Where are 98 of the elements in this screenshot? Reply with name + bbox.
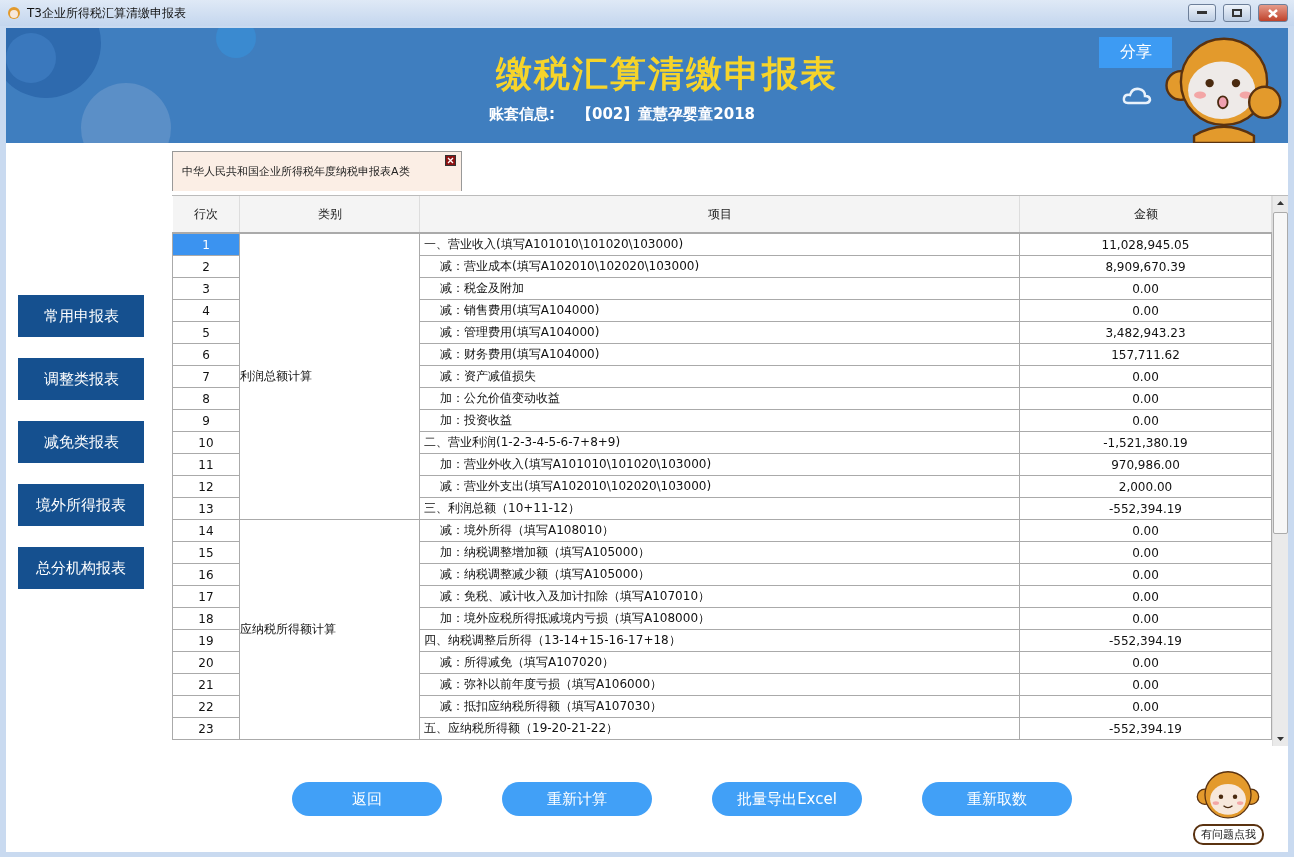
amount-cell: 0.00 [1019,387,1272,410]
amount-cell: 157,711.62 [1019,343,1272,366]
amount-cell: 0.00 [1019,365,1272,388]
item-cell: 加：投资收益 [419,409,1020,432]
item-cell: 加：纳税调整增加额（填写A105000） [419,541,1020,564]
amount-cell: 0.00 [1019,541,1272,564]
category-cell: 利润总额计算 [239,233,420,520]
amount-cell: 11,028,945.05 [1019,233,1272,256]
amount-cell: 0.00 [1019,519,1272,542]
amount-cell: -552,394.19 [1019,717,1272,740]
item-cell: 二、营业利润(1-2-3-4-5-6-7+8+9) [419,431,1020,454]
amount-cell: 3,482,943.23 [1019,321,1272,344]
row-number-cell[interactable]: 15 [172,541,240,564]
row-number-cell[interactable]: 12 [172,475,240,498]
sidebar-button[interactable]: 常用申报表 [18,295,144,337]
item-cell: 四、纳税调整后所得（13-14+15-16-17+18） [419,629,1020,652]
amount-cell: 0.00 [1019,585,1272,608]
row-number-cell[interactable]: 14 [172,519,240,542]
item-cell: 减：境外所得（填写A108010） [419,519,1020,542]
row-number-cell[interactable]: 18 [172,607,240,630]
sidebar-button[interactable]: 减免类报表 [18,421,144,463]
item-cell: 减：弥补以前年度亏损（填写A106000） [419,673,1020,696]
row-number-cell[interactable]: 11 [172,453,240,476]
help-button[interactable]: 有问题点我 [1186,766,1270,846]
sidebar-button[interactable]: 调整类报表 [18,358,144,400]
category-cell: 应纳税所得额计算 [239,519,420,740]
help-label: 有问题点我 [1192,824,1264,845]
row-number-cell[interactable]: 16 [172,563,240,586]
close-button[interactable] [1258,4,1288,22]
report-tab[interactable]: 中华人民共和国企业所得税年度纳税申报表A类 [172,151,462,191]
row-number-cell[interactable]: 10 [172,431,240,454]
row-number-cell[interactable]: 17 [172,585,240,608]
row-number-cell[interactable]: 22 [172,695,240,718]
amount-cell: 0.00 [1019,695,1272,718]
item-cell: 三、利润总额（10+11-12） [419,497,1020,520]
minimize-button[interactable] [1188,4,1216,22]
minimize-icon [1197,11,1207,15]
row-number-cell[interactable]: 21 [172,673,240,696]
account-value: 【002】童慧孕婴童2018 [576,105,756,124]
row-number-cell[interactable]: 4 [172,299,240,322]
amount-cell: 970,986.00 [1019,453,1272,476]
column-header: 类别 [239,196,420,233]
row-number-cell[interactable]: 9 [172,409,240,432]
item-cell: 减：资产减值损失 [419,365,1020,388]
banner-title: 缴税汇算清缴申报表 [496,52,838,96]
sidebar-button[interactable]: 境外所得报表 [18,484,144,526]
row-number-cell[interactable]: 6 [172,343,240,366]
item-cell: 减：纳税调整减少额（填写A105000） [419,563,1020,586]
item-cell: 减：抵扣应纳税所得额（填写A107030） [419,695,1020,718]
amount-cell: 0.00 [1019,299,1272,322]
amount-cell: -552,394.19 [1019,629,1272,652]
amount-cell: 0.00 [1019,409,1272,432]
item-cell: 减：营业外支出(填写A102010\102020\103000) [419,475,1020,498]
item-cell: 加：境外应税所得抵减境内亏损（填写A108000） [419,607,1020,630]
amount-cell: 8,909,670.39 [1019,255,1272,278]
amount-cell: 0.00 [1019,673,1272,696]
row-number-cell[interactable]: 19 [172,629,240,652]
account-label: 账套信息: [488,105,555,124]
scrollbar[interactable] [1272,196,1288,746]
amount-cell: 0.00 [1019,563,1272,586]
amount-cell: -552,394.19 [1019,497,1272,520]
item-cell: 加：营业外收入(填写A101010\101020\103000) [419,453,1020,476]
maximize-button[interactable] [1223,4,1251,22]
row-number-cell[interactable]: 2 [172,255,240,278]
maximize-icon [1232,9,1242,17]
amount-cell: 0.00 [1019,651,1272,674]
window-title: T3企业所得税汇算清缴申报表 [27,4,187,22]
row-number-cell[interactable]: 8 [172,387,240,410]
item-cell: 一、营业收入(填写A101010\101020\103000) [419,233,1020,256]
scrollbar-thumb[interactable] [1273,212,1288,534]
item-cell: 减：财务费用(填写A104000) [419,343,1020,366]
row-number-cell[interactable]: 13 [172,497,240,520]
row-number-cell[interactable]: 7 [172,365,240,388]
close-icon[interactable] [445,155,456,166]
item-cell: 加：公允价值变动收益 [419,387,1020,410]
item-cell: 减：销售费用(填写A104000) [419,299,1020,322]
monkey-icon [6,5,22,21]
column-header: 金额 [1019,196,1272,233]
column-header: 项目 [419,196,1020,233]
row-number-cell[interactable]: 5 [172,321,240,344]
item-cell: 减：营业成本(填写A102010\102020\103000) [419,255,1020,278]
row-number-cell[interactable]: 20 [172,651,240,674]
tab-label: 中华人民共和国企业所得税年度纳税申报表A类 [182,164,410,179]
amount-cell: 0.00 [1019,277,1272,300]
item-cell: 减：免税、减计收入及加计扣除（填写A107010） [419,585,1020,608]
cloud-icon [1122,86,1152,106]
item-cell: 五、应纳税所得额（19-20-21-22） [419,717,1020,740]
row-number-cell[interactable]: 3 [172,277,240,300]
item-cell: 减：管理费用(填写A104000) [419,321,1020,344]
item-cell: 减：税金及附加 [419,277,1020,300]
close-icon [1268,8,1278,18]
sidebar-button[interactable]: 总分机构报表 [18,547,144,589]
item-cell: 减：所得减免（填写A107020） [419,651,1020,674]
amount-cell: 0.00 [1019,607,1272,630]
row-number-cell[interactable]: 23 [172,717,240,740]
amount-cell: 2,000.00 [1019,475,1272,498]
amount-cell: -1,521,380.19 [1019,431,1272,454]
column-header: 行次 [172,196,240,233]
